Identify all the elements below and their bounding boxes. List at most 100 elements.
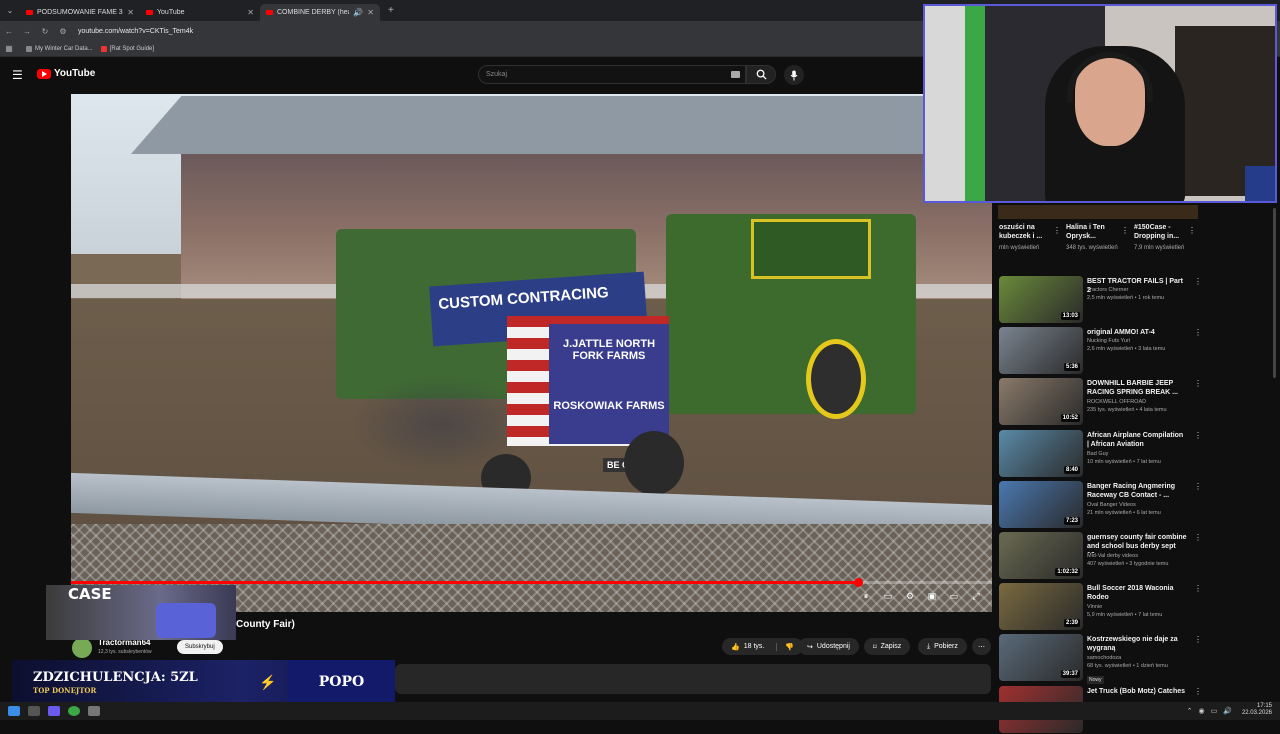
like-icon[interactable]: 👍 xyxy=(731,643,740,651)
recommended-video[interactable]: 10:52 DOWNHILL BARBIE JEEP RACING SPRING … xyxy=(999,378,1209,426)
video-title[interactable]: Bull Soccer 2018 Waconia Rodeo xyxy=(1087,584,1187,602)
settings-icon[interactable] xyxy=(88,706,100,716)
subtitles-icon[interactable]: ▭ xyxy=(882,590,894,602)
recommended-video[interactable]: 7:23 Banger Racing Angmering Raceway CB C… xyxy=(999,480,1209,529)
channel-avatar[interactable] xyxy=(72,638,92,658)
video-thumbnail[interactable]: 5:36 xyxy=(999,327,1083,375)
dislike-icon[interactable]: 👎 xyxy=(776,642,794,651)
back-icon[interactable]: ← xyxy=(0,27,18,36)
discord-icon[interactable] xyxy=(48,706,60,716)
video-menu-icon[interactable]: ⋮ xyxy=(1194,379,1202,388)
video-menu-icon[interactable]: ⋮ xyxy=(1194,687,1202,696)
reload-icon[interactable]: ↻ xyxy=(36,27,54,36)
video-thumbnail[interactable]: 2:39 xyxy=(999,583,1083,631)
search-input[interactable]: Szukaj xyxy=(478,65,746,84)
close-tab-icon[interactable]: ✕ xyxy=(247,8,254,17)
video-player[interactable]: CUSTOM CONTRACING J.JATTLE NORTH FORK FA… xyxy=(71,94,992,612)
recommended-video[interactable]: 13:03 BEST TRACTOR FAILS | Part 2 Tractors… xyxy=(999,276,1209,324)
volume-icon[interactable]: 🔊 xyxy=(1223,707,1232,715)
browser-tab-2[interactable]: COMBINE DERBY (heat #1 ... 🔊 ✕ xyxy=(260,3,380,21)
video-title[interactable]: Kostrzewskiego nie daje za wygraną xyxy=(1087,635,1187,653)
bookmark-0[interactable]: My Winter Car Data... xyxy=(26,45,93,52)
video-menu-icon[interactable]: ⋮ xyxy=(1194,482,1202,491)
channel-name[interactable]: Tractors Cherner xyxy=(1087,287,1128,293)
menu-icon[interactable]: ☰ xyxy=(12,68,23,82)
tab-search-icon[interactable]: ⌄ xyxy=(0,6,20,15)
subscribe-button[interactable]: Subskrybuj xyxy=(177,640,223,654)
video-title[interactable]: Jet Truck (Bob Motz) Catches xyxy=(1087,687,1187,696)
recommended-video[interactable]: 8:40 African Airplane Compilation | Afric… xyxy=(999,429,1209,478)
video-menu-icon[interactable]: ⋮ xyxy=(1194,277,1202,286)
video-menu-icon[interactable]: ⋮ xyxy=(1194,533,1202,542)
display-icon[interactable]: ▭ xyxy=(1211,707,1218,715)
voice-search-button[interactable] xyxy=(784,65,804,85)
apps-icon[interactable]: ▦ xyxy=(0,44,18,53)
recommended-video[interactable]: 5:36 original AMMO! AT-4 Nucking Futs Yuri… xyxy=(999,327,1209,375)
video-menu-icon[interactable]: ⋮ xyxy=(1194,635,1202,644)
chevron-up-icon[interactable]: ⌃ xyxy=(1187,707,1193,715)
sidebar-scrollbar[interactable] xyxy=(1272,208,1277,378)
site-info-icon[interactable]: ⚙ xyxy=(54,27,72,36)
share-button[interactable]: ↪ Udostępnij xyxy=(798,638,859,655)
channel-name[interactable]: Bad Guy xyxy=(1087,451,1108,457)
video-thumbnail[interactable]: 1:02:32 xyxy=(999,532,1083,579)
url-field[interactable]: youtube.com/watch?v=CKTis_Tem4k xyxy=(78,28,193,35)
clock[interactable]: 17:15 22.03.2026 xyxy=(1242,703,1272,717)
video-thumbnail[interactable]: 39:37 xyxy=(999,634,1083,682)
description-box[interactable] xyxy=(395,664,991,694)
browser-tab-1[interactable]: YouTube ✕ xyxy=(140,4,260,21)
recommended-video[interactable]: 39:37 Kostrzewskiego nie daje za wygraną s… xyxy=(999,634,1209,685)
video-menu-icon[interactable]: ⋮ xyxy=(1194,328,1202,337)
settings-icon[interactable]: ⚙ xyxy=(904,590,916,602)
browser-tab-0[interactable]: PODSUMOWANIE FAME 30 (D... ✕ xyxy=(20,4,140,21)
video-title[interactable]: African Airplane Compilation | African A… xyxy=(1087,431,1187,449)
youtube-logo[interactable]: YouTube xyxy=(37,68,95,79)
channel-name[interactable]: Vinnie xyxy=(1087,604,1102,610)
chrome-icon[interactable] xyxy=(68,706,80,716)
recommended-video[interactable]: 1:02:32 guernsey county fair combine and … xyxy=(999,532,1209,580)
video-thumbnail[interactable]: 13:03 xyxy=(999,276,1083,323)
recommended-video[interactable]: 2:39 Bull Soccer 2018 Waconia Rodeo Vinnie… xyxy=(999,583,1209,631)
forward-icon[interactable]: → xyxy=(18,27,36,36)
channel-name[interactable]: Oval Banger Videos xyxy=(1087,502,1136,508)
video-menu-icon[interactable]: ⋮ xyxy=(1194,584,1202,593)
youtube-play-icon xyxy=(37,68,51,79)
short-menu-icon[interactable]: ⋮ xyxy=(1188,226,1196,235)
close-tab-icon[interactable]: ✕ xyxy=(127,8,134,17)
close-tab-icon[interactable]: ✕ xyxy=(367,8,374,17)
network-icon[interactable]: ◉ xyxy=(1199,707,1205,715)
search-icon[interactable] xyxy=(28,706,40,716)
bookmark-1[interactable]: [Rat Spot Guide] xyxy=(100,45,154,52)
autoplay-toggle-icon[interactable]: ⏸ xyxy=(860,590,872,602)
short-item-2[interactable]: #150Case - Dropping in... 7,9 mln wyświe… xyxy=(1134,223,1196,252)
new-tab-icon[interactable]: + xyxy=(388,5,394,16)
short-item-1[interactable]: Halina i Ten Oprysk... 348 tys. wyświetl… xyxy=(1066,223,1128,252)
miniplayer-icon[interactable]: ▣ xyxy=(926,590,938,602)
search-button[interactable] xyxy=(746,65,776,84)
like-count[interactable]: 18 tys. xyxy=(744,643,765,650)
channel-name[interactable]: Nucking Futs Yuri xyxy=(1087,338,1130,344)
short-menu-icon[interactable]: ⋮ xyxy=(1053,226,1061,235)
keyboard-icon[interactable] xyxy=(731,71,740,78)
video-title[interactable]: original AMMO! AT-4 xyxy=(1087,328,1187,337)
video-progress-bar[interactable] xyxy=(71,578,992,587)
video-menu-icon[interactable]: ⋮ xyxy=(1194,431,1202,440)
channel-name[interactable]: Mid-Val derby videos xyxy=(1087,553,1138,559)
video-title[interactable]: guernsey county fair combine and school … xyxy=(1087,533,1187,553)
more-actions-button[interactable]: ⋯ xyxy=(972,638,991,655)
channel-name[interactable]: ROCKWELL OFFROAD xyxy=(1087,399,1146,405)
video-thumbnail[interactable]: 8:40 xyxy=(999,429,1083,477)
short-menu-icon[interactable]: ⋮ xyxy=(1121,226,1129,235)
short-item-0[interactable]: oszuści na kubeczek i ... mln wyświetleń xyxy=(999,223,1061,252)
video-thumbnail[interactable]: 7:23 xyxy=(999,480,1083,528)
audio-icon[interactable]: 🔊 xyxy=(353,8,363,17)
video-thumbnail[interactable]: 10:52 xyxy=(999,378,1083,426)
theater-mode-icon[interactable]: ▭ xyxy=(948,590,960,602)
download-button[interactable]: ⤓ Pobierz xyxy=(918,638,967,655)
fullscreen-icon[interactable]: ⤢ xyxy=(970,590,982,602)
channel-name[interactable]: samochodoza xyxy=(1087,655,1121,661)
save-button[interactable]: ⌑ Zapisz xyxy=(864,638,911,655)
video-title[interactable]: Banger Racing Angmering Raceway CB Conta… xyxy=(1087,482,1187,500)
video-title[interactable]: DOWNHILL BARBIE JEEP RACING SPRING BREAK… xyxy=(1087,379,1187,397)
start-icon[interactable] xyxy=(8,706,20,716)
